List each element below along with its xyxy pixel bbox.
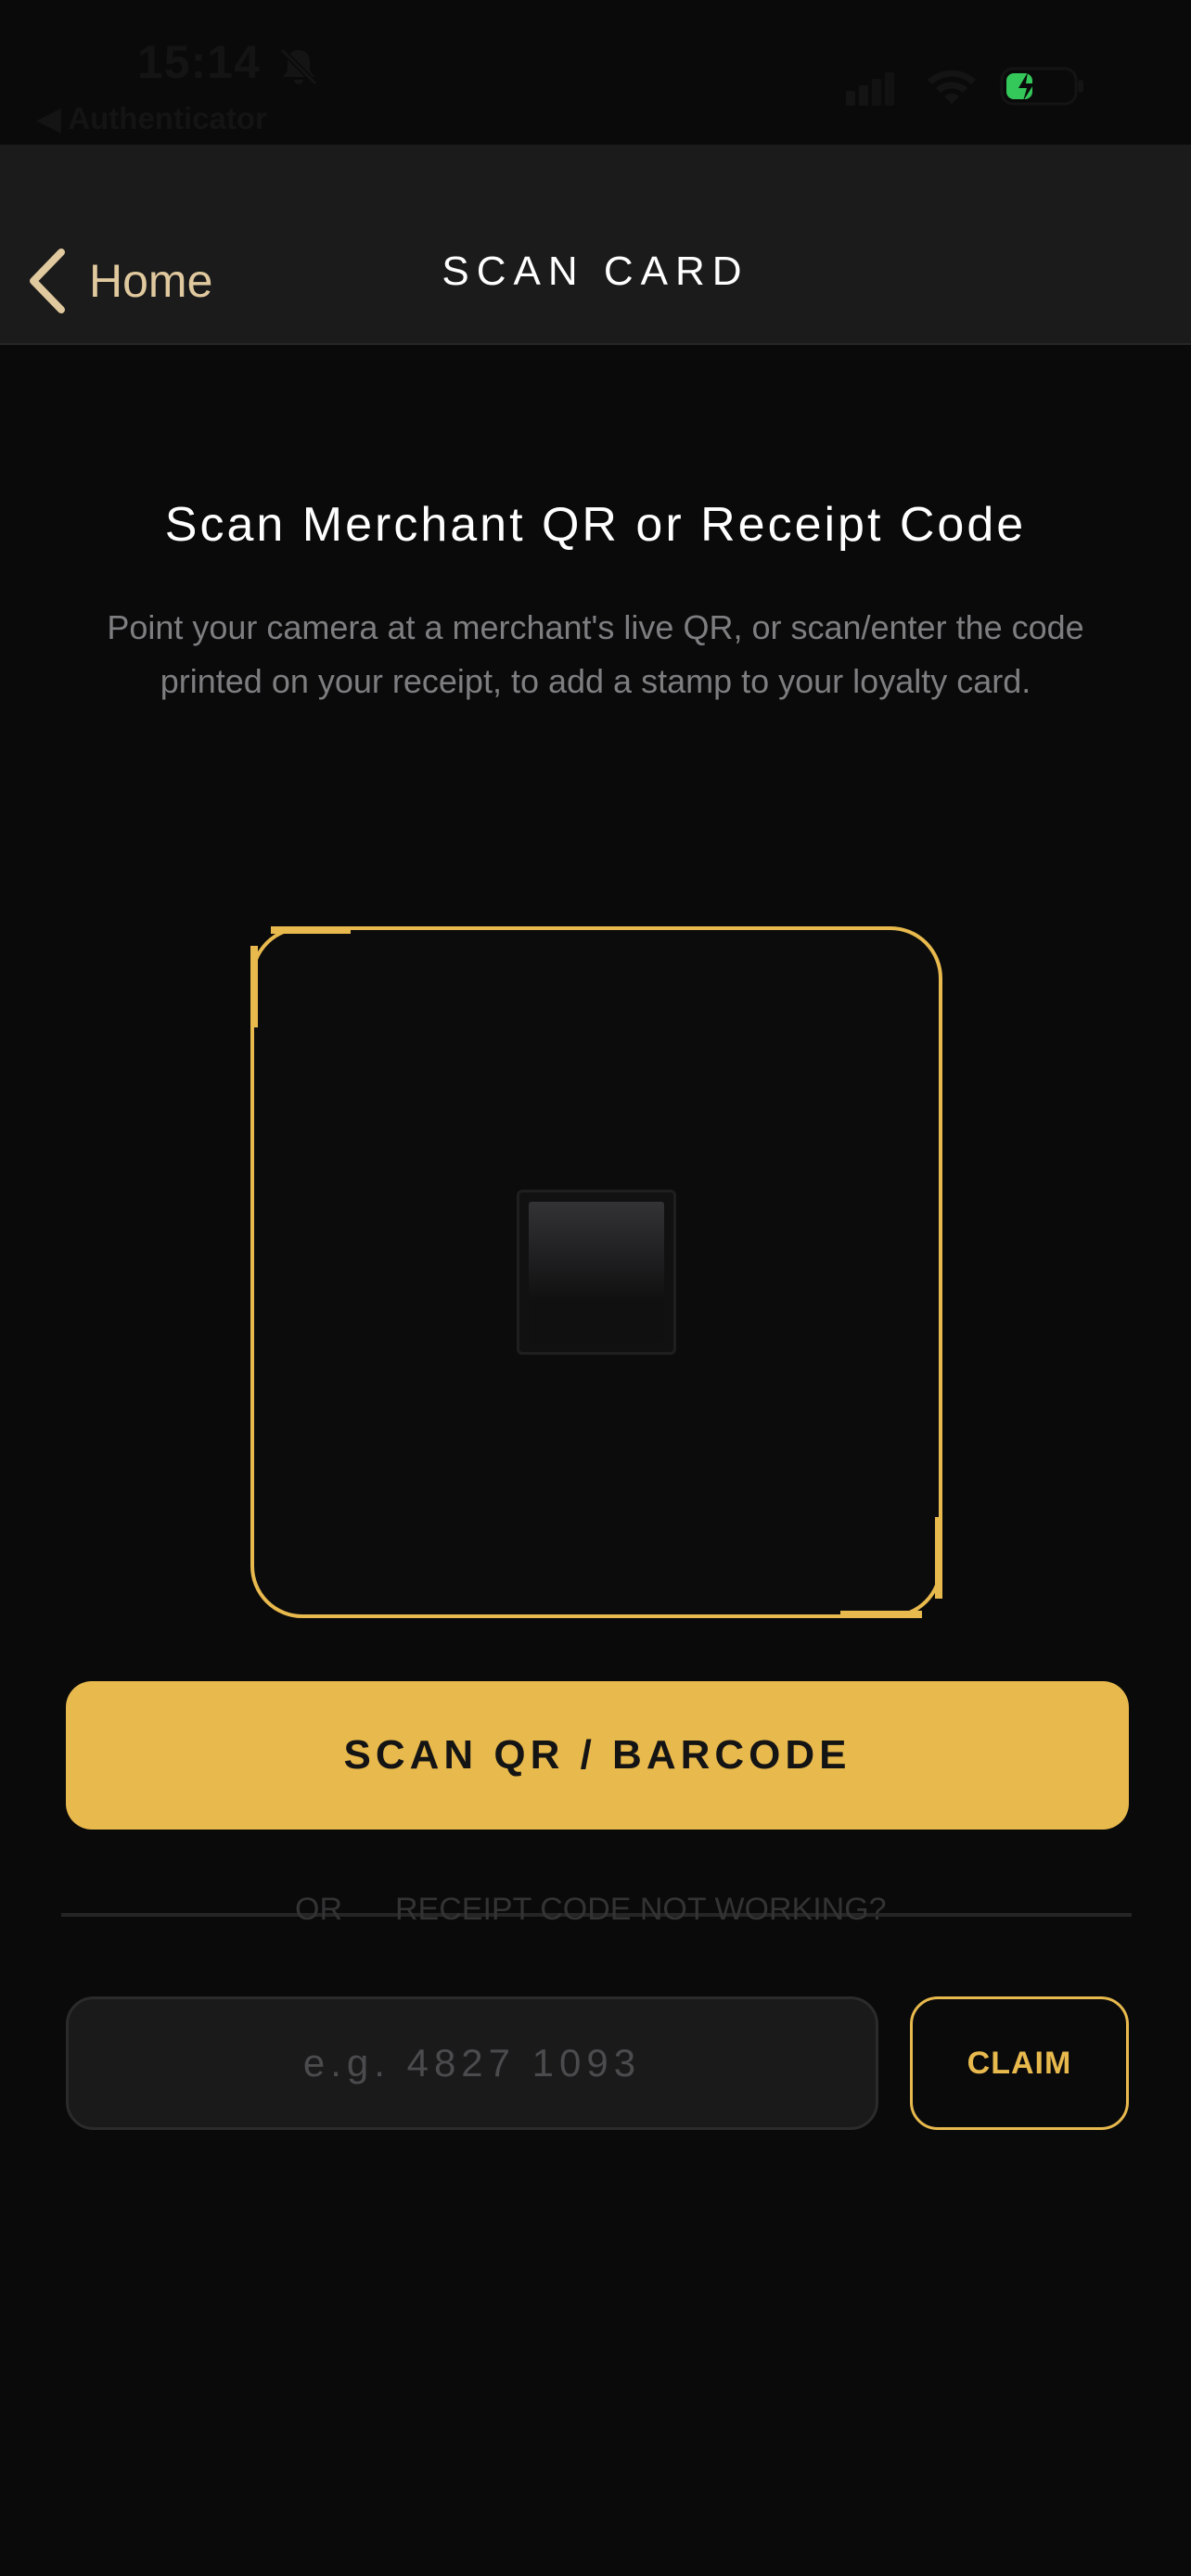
battery-charging-icon	[1000, 67, 1083, 106]
back-to-app-link[interactable]: ◀ Authenticator	[37, 100, 267, 136]
claim-button[interactable]: CLAIM	[910, 1996, 1129, 2130]
camera-preview-icon	[517, 1190, 676, 1355]
status-time: 15:14	[137, 36, 261, 88]
bell-slash-icon	[279, 47, 318, 86]
viewfinder-corner-bottom-right	[935, 1517, 942, 1599]
receipt-code-input[interactable]	[66, 1996, 878, 2130]
receipt-code-help-link[interactable]: RECEIPT CODE NOT WORKING?	[395, 1892, 887, 1928]
status-bar: 15:14 ◀ Authenticator	[0, 0, 1191, 145]
viewfinder-corner-bottom-right	[840, 1611, 922, 1618]
scan-heading: Scan Merchant QR or Receipt Code	[164, 498, 1027, 552]
divider-or-label: OR	[295, 1892, 342, 1927]
viewfinder-corner-top-left	[250, 946, 258, 1027]
wifi-icon	[928, 70, 976, 104]
scan-qr-barcode-button[interactable]: SCAN QR / BARCODE	[66, 1681, 1129, 1830]
camera-preview-placeholder	[529, 1202, 664, 1343]
signal-icon	[846, 72, 894, 106]
viewfinder-corner-top-left	[271, 926, 351, 934]
navigation-bar: Home SCAN CARD	[0, 145, 1191, 345]
page-title: SCAN CARD	[442, 249, 749, 294]
scan-description: Point your camera at a merchant's live Q…	[107, 608, 1084, 700]
